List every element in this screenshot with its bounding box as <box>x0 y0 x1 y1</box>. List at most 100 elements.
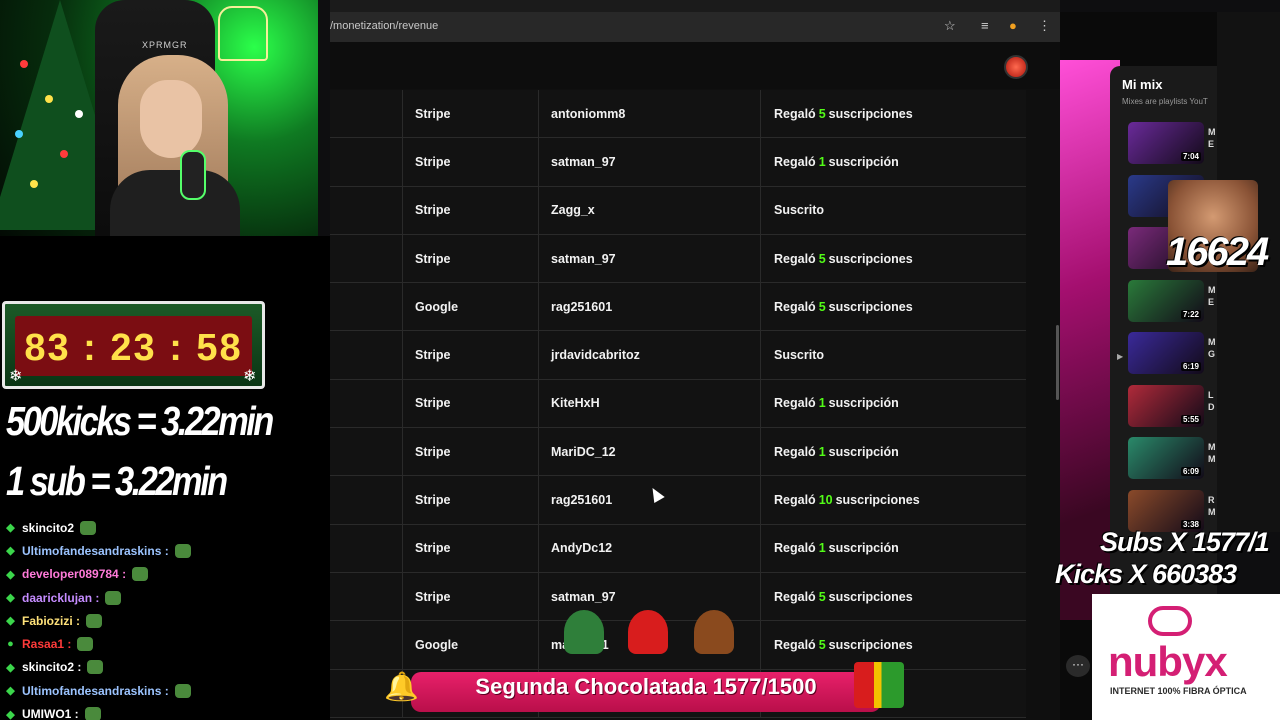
chat-badge-icon: ◆ <box>6 522 15 535</box>
sponsor-tagline: INTERNET 100% FIBRA ÓPTICA <box>1110 686 1247 696</box>
timer-display: 83 : 23 : 58 <box>15 316 252 376</box>
browser-window: /monetization/revenue ☆ ≡ ● ⋮ Stripe anto… <box>330 0 1060 720</box>
chat-username[interactable]: skincito2 : <box>22 660 81 674</box>
profile-icon[interactable]: ● <box>1009 18 1017 33</box>
action-prefix: Suscrito <box>774 203 825 218</box>
table-row: Google rag251601 Regaló 5 suscripciones <box>330 283 1026 332</box>
action-suffix: suscripciones <box>828 299 913 314</box>
row-gutter <box>330 476 403 524</box>
dashboard-header <box>330 42 1060 89</box>
provider-cell: Stripe <box>403 186 539 234</box>
chat-message: ● Rasaa1 : <box>0 632 330 655</box>
user-cell: rag251601 <box>539 283 761 331</box>
action-suffix: suscripción <box>828 541 899 556</box>
gift-count: 1 <box>818 396 826 411</box>
chat-username[interactable]: Fabiozizi : <box>22 614 80 628</box>
chat-badge-icon: ● <box>7 638 14 651</box>
action-suffix: suscripciones <box>835 493 920 508</box>
chat-username[interactable]: Ultimofandesandraskins : <box>22 544 169 558</box>
action-prefix: Regaló <box>774 541 816 556</box>
table-row: Stripe Zagg_x Suscrito <box>330 186 1026 235</box>
user-cell: AndyDc12 <box>539 524 761 572</box>
action-prefix: Suscrito <box>774 348 825 363</box>
chat-username[interactable]: skincito2 <box>22 521 74 535</box>
page-scrollbar[interactable] <box>1056 325 1059 400</box>
chat-badge-icon: ◆ <box>6 545 15 558</box>
mix-video-thumbnail[interactable]: 7:22 <box>1128 279 1204 322</box>
address-bar[interactable]: /monetization/revenue ☆ ≡ ● ⋮ <box>330 12 1060 42</box>
mix-video-title[interactable]: L D <box>1208 389 1215 413</box>
big-counter: 16624 <box>1166 230 1269 274</box>
action-cell: Regaló 5 suscripciones <box>761 283 1026 330</box>
chat-username[interactable]: UMIWO1 : <box>22 707 79 720</box>
streamer-body <box>110 170 240 236</box>
action-prefix: Regaló <box>774 154 816 169</box>
revenue-table: Stripe antoniomm8 Regaló 5 suscripciones Stri… <box>330 90 1026 718</box>
mix-video-thumbnail[interactable]: 7:04 <box>1128 122 1204 164</box>
bookmark-star-icon[interactable]: ☆ <box>944 18 956 34</box>
user-cell: antoniomm8 <box>539 90 761 138</box>
action-cell: Regaló 1 suscripción <box>761 428 1026 475</box>
provider-cell: Stripe <box>403 379 539 428</box>
more-options-icon[interactable]: ··· <box>1066 655 1090 677</box>
action-prefix: Regaló <box>774 396 816 411</box>
provider-cell: Stripe <box>403 476 539 524</box>
chat-username[interactable]: Ultimofandesandraskins : <box>22 684 169 698</box>
chocolatada-banner: Segunda Chocolatada 1577/1500 🔔 <box>376 610 916 720</box>
provider-cell: Stripe <box>403 331 539 379</box>
table-row: Stripe MariDC_12 Regaló 1 suscripción <box>330 428 1026 477</box>
kicks-counter: Kicks X 660383 <box>1055 559 1237 589</box>
emote-icon <box>174 543 191 558</box>
chat-badge-icon: ◆ <box>6 685 15 698</box>
action-suffix: suscripción <box>828 444 899 459</box>
row-gutter <box>330 331 403 379</box>
user-cell: Zagg_x <box>539 186 761 234</box>
mix-video-title[interactable]: M E <box>1208 284 1216 308</box>
mix-video-title[interactable]: R M <box>1208 494 1216 518</box>
mix-video-title[interactable]: M G <box>1208 336 1216 360</box>
subs-counter: Subs X 1577/1 <box>1100 527 1270 557</box>
action-prefix: Regaló <box>774 589 816 604</box>
microphone <box>180 150 206 200</box>
emote-icon <box>87 660 104 675</box>
gift-count: 5 <box>818 589 826 604</box>
browser-menu-icon[interactable]: ⋮ <box>1038 18 1051 34</box>
chair-brand-label: XPRMGR <box>142 40 188 50</box>
sponsor-logo: nubyx INTERNET 100% FIBRA ÓPTICA <box>1092 594 1280 720</box>
chat-message: ◆ skincito2 : <box>0 656 330 679</box>
youtube-mix-panel: Mi mix Mixes are playlists YouT 7:04 M E 7… <box>1110 66 1217 596</box>
chat-message: ◆ Ultimofandesandraskins : <box>0 679 330 702</box>
mix-title: Mi mix <box>1122 77 1163 92</box>
cloud-icon <box>1148 606 1192 636</box>
action-cell: Regaló 5 suscripciones <box>761 573 1026 620</box>
url-text[interactable]: /monetization/revenue <box>330 20 438 32</box>
chat-username[interactable]: Rasaa1 : <box>22 637 71 651</box>
user-avatar[interactable] <box>1004 55 1028 79</box>
table-row: Stripe jrdavidcabritoz Suscrito <box>330 331 1026 380</box>
mix-video-title[interactable]: M E <box>1208 126 1216 150</box>
chat-message: ◆ Ultimofandesandraskins : <box>0 539 330 562</box>
chat-username[interactable]: daaricklujan : <box>22 591 99 605</box>
reindeer-light-decoration <box>218 6 268 61</box>
webcam-feed: XPRMGR <box>0 0 318 236</box>
browser-top-edge <box>330 0 1060 12</box>
user-cell: satman_97 <box>539 138 761 186</box>
stream-stage: XPRMGR 83 : 23 : 58 ❄ ❄ 500kicks = 3.22m… <box>0 0 1280 720</box>
mix-video-thumbnail[interactable]: 6:19 <box>1128 332 1204 374</box>
table-row: Stripe KiteHxH Regaló 1 suscripción <box>330 379 1026 429</box>
emote-icon <box>174 683 191 698</box>
action-suffix: suscripciones <box>828 106 913 121</box>
mix-video-thumbnail[interactable]: 3:38 <box>1128 489 1204 532</box>
media-queue-icon[interactable]: ≡ <box>981 18 989 33</box>
action-cell: Regaló 1 suscripción <box>761 138 1026 185</box>
mix-video-title[interactable]: M M <box>1208 441 1216 465</box>
gift-count: 1 <box>818 444 826 459</box>
chat-message: ◆ Fabiozizi : <box>0 609 330 632</box>
chat-badge-icon: ◆ <box>6 592 15 605</box>
action-cell: Suscrito <box>761 331 1026 378</box>
mix-video-thumbnail[interactable]: 6:09 <box>1128 437 1204 479</box>
chat-username[interactable]: developer089784 : <box>22 567 126 581</box>
mix-video-thumbnail[interactable]: 5:55 <box>1128 384 1204 427</box>
action-cell: Regaló 10 suscripciones <box>761 476 1026 523</box>
chat-message: ◆ UMIWO1 : <box>0 702 330 720</box>
